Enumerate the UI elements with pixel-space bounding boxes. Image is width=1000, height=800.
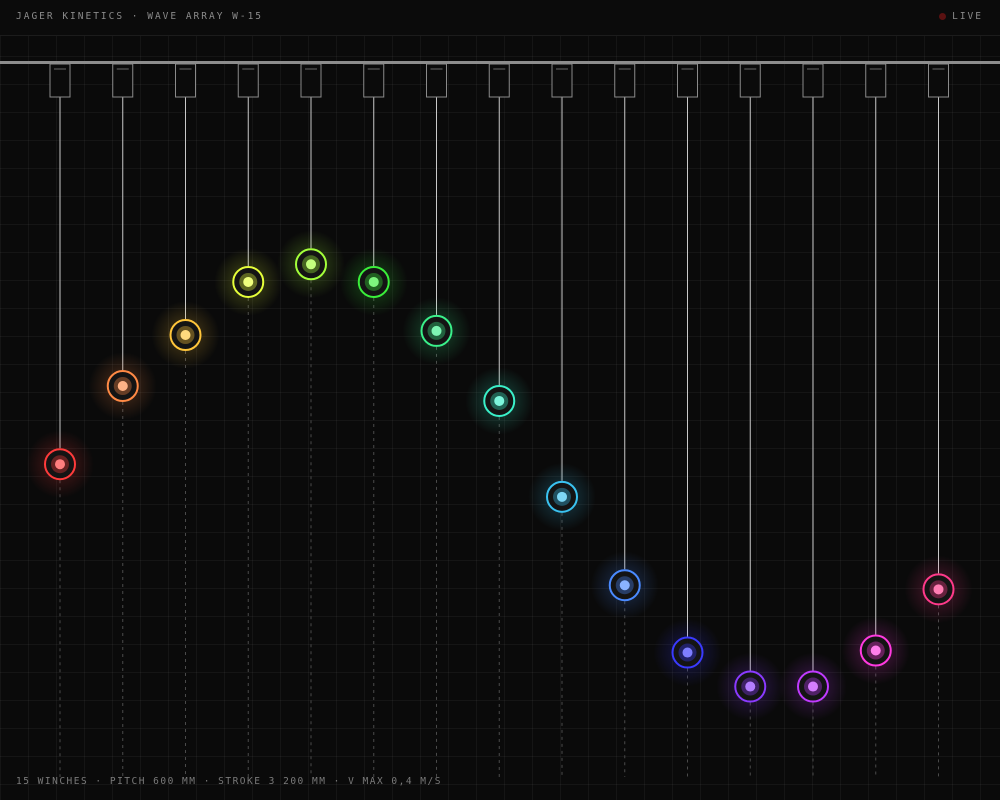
- winch-2: [88, 63, 157, 777]
- sphere-highlight: [682, 647, 693, 658]
- winch-3: [151, 63, 220, 777]
- winch-1: [26, 63, 94, 777]
- sphere-highlight: [431, 325, 442, 336]
- sphere-highlight: [933, 584, 944, 595]
- winch-11: [653, 63, 722, 777]
- sphere-highlight: [180, 330, 191, 340]
- winch-7: [402, 63, 471, 777]
- sphere-highlight: [243, 276, 254, 287]
- winch-13: [779, 63, 847, 777]
- sphere-highlight: [745, 681, 756, 692]
- winch-10: [590, 63, 659, 777]
- spec-footer: 15 WINCHES · PITCH 600 MM · STROKE 3 200…: [16, 776, 442, 787]
- winch-array: [26, 63, 973, 777]
- sphere-highlight: [557, 491, 567, 502]
- sphere-highlight: [117, 381, 128, 391]
- sphere-highlight: [55, 459, 65, 470]
- winch-8: [465, 63, 534, 777]
- winch-6: [339, 63, 408, 777]
- sphere-highlight: [306, 259, 316, 270]
- sphere-highlight: [368, 276, 379, 287]
- winch-4: [214, 63, 283, 777]
- winch-5: [277, 63, 345, 777]
- sphere-highlight: [870, 645, 881, 656]
- winch-15: [904, 63, 973, 777]
- sphere-highlight: [619, 580, 630, 591]
- winch-9: [528, 63, 596, 777]
- winch-14: [841, 63, 910, 777]
- winch-12: [716, 63, 785, 777]
- sphere-highlight: [808, 681, 818, 692]
- sphere-highlight: [494, 395, 505, 406]
